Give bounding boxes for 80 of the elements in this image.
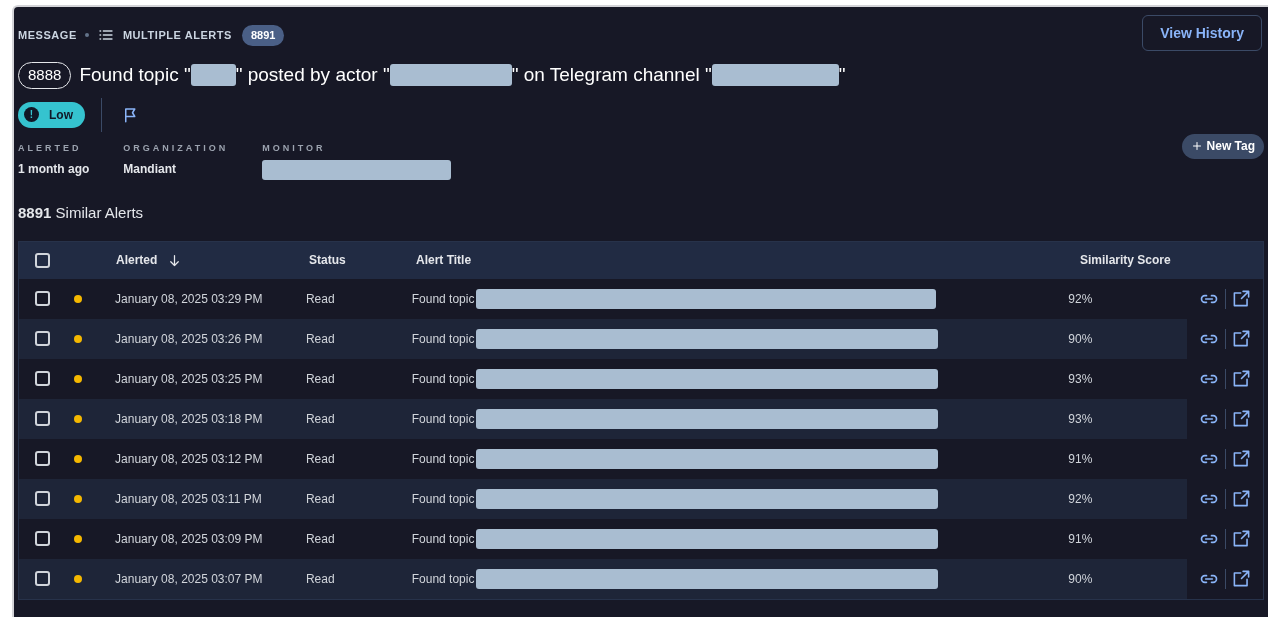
table-cell: Read	[305, 331, 335, 346]
title-text: "	[838, 63, 846, 87]
checkbox[interactable]	[35, 411, 50, 426]
similar-alerts-heading: 8891 Similar Alerts	[18, 203, 145, 223]
field-label: ORGANIZATION	[123, 141, 229, 155]
table-cell: Read	[305, 531, 335, 546]
table-cell: Read	[305, 451, 335, 466]
checkbox[interactable]	[35, 331, 50, 346]
table-cell-text: Found topic	[411, 290, 475, 308]
table-cell: 92%	[1068, 491, 1093, 506]
table-cell-text: Found topic	[411, 370, 475, 388]
table-cell-text: Found topic	[411, 570, 475, 588]
column-header: Similarity Score	[1080, 252, 1171, 269]
table-cell: January 08, 2025 03:18 PM	[115, 411, 263, 426]
table-cell: January 08, 2025 03:26 PM	[115, 331, 263, 346]
column-header: Alert Title	[416, 252, 472, 269]
table-cell: 93%	[1068, 411, 1093, 426]
table-cell: 91%	[1068, 451, 1093, 466]
checkbox[interactable]	[35, 371, 50, 386]
open-external-button[interactable]	[1232, 529, 1251, 548]
table-cell-text: Found topic	[411, 530, 475, 548]
open-external-button[interactable]	[1232, 449, 1251, 468]
external-link-icon	[1232, 329, 1251, 348]
checkbox[interactable]	[35, 451, 50, 466]
external-link-icon	[1232, 409, 1251, 428]
external-link-icon	[1232, 449, 1251, 468]
table-cell: January 08, 2025 03:11 PM	[115, 491, 262, 506]
breadcrumb-group: MULTIPLE ALERTS	[122, 27, 232, 44]
count-badge: 8891	[241, 25, 285, 46]
table-cell: 93%	[1068, 371, 1093, 386]
external-link-icon	[1232, 529, 1251, 548]
external-link-icon	[1232, 489, 1251, 508]
external-link-icon	[1232, 289, 1251, 308]
open-external-button[interactable]	[1232, 409, 1251, 428]
checkbox[interactable]	[35, 291, 50, 306]
table-cell: 90%	[1068, 571, 1093, 586]
checkbox[interactable]	[35, 531, 50, 546]
table-cell: January 08, 2025 03:07 PM	[115, 571, 263, 586]
table-cell: January 08, 2025 03:09 PM	[115, 531, 263, 546]
severity-label: Low	[49, 106, 73, 124]
table-cell: January 08, 2025 03:25 PM	[115, 371, 263, 386]
plus-icon	[1190, 140, 1203, 152]
checkbox[interactable]	[35, 491, 50, 506]
table-cell-text: Found topic	[411, 450, 475, 468]
table-cell: 90%	[1068, 331, 1093, 346]
checkbox[interactable]	[35, 252, 50, 268]
breadcrumb-type: MESSAGE	[18, 28, 77, 43]
table-cell-text: Found topic	[411, 330, 475, 348]
open-external-button[interactable]	[1232, 329, 1251, 348]
open-external-button[interactable]	[1232, 369, 1251, 388]
open-external-button[interactable]	[1232, 289, 1251, 308]
table-cell: 92%	[1068, 291, 1093, 306]
field-value: Mandiant	[123, 161, 177, 178]
open-external-button[interactable]	[1232, 569, 1251, 588]
table-cell: January 08, 2025 03:29 PM	[115, 291, 263, 306]
table-cell: January 08, 2025 03:12 PM	[115, 451, 263, 466]
table-cell: Read	[305, 491, 335, 506]
column-header[interactable]: Alerted	[116, 251, 158, 269]
view-history-button[interactable]: View History	[1142, 15, 1262, 51]
checkbox[interactable]	[35, 571, 50, 586]
table-cell: Read	[305, 291, 335, 306]
title-text: " posted by actor "	[235, 63, 390, 87]
open-external-button[interactable]	[1232, 489, 1251, 508]
title-text: " on Telegram channel "	[511, 63, 712, 87]
column-header: Status	[309, 252, 346, 269]
table-cell-text: Found topic	[411, 490, 475, 508]
field-value: 1 month ago	[18, 161, 90, 178]
field-label: ALERTED	[18, 141, 83, 155]
alert-icon: !	[24, 107, 39, 122]
title-text: Found topic "	[79, 63, 191, 87]
external-link-icon	[1232, 569, 1251, 588]
table-cell: Read	[305, 571, 335, 586]
table-cell: Read	[305, 411, 335, 426]
field-label: MONITOR	[262, 141, 327, 155]
redaction-bar	[190, 64, 236, 87]
external-link-icon	[1232, 369, 1251, 388]
table-cell: 91%	[1068, 531, 1093, 546]
table-cell-text: Found topic	[411, 410, 475, 428]
table-cell: Read	[305, 371, 335, 386]
new-tag-button[interactable]: New Tag	[1181, 133, 1264, 159]
